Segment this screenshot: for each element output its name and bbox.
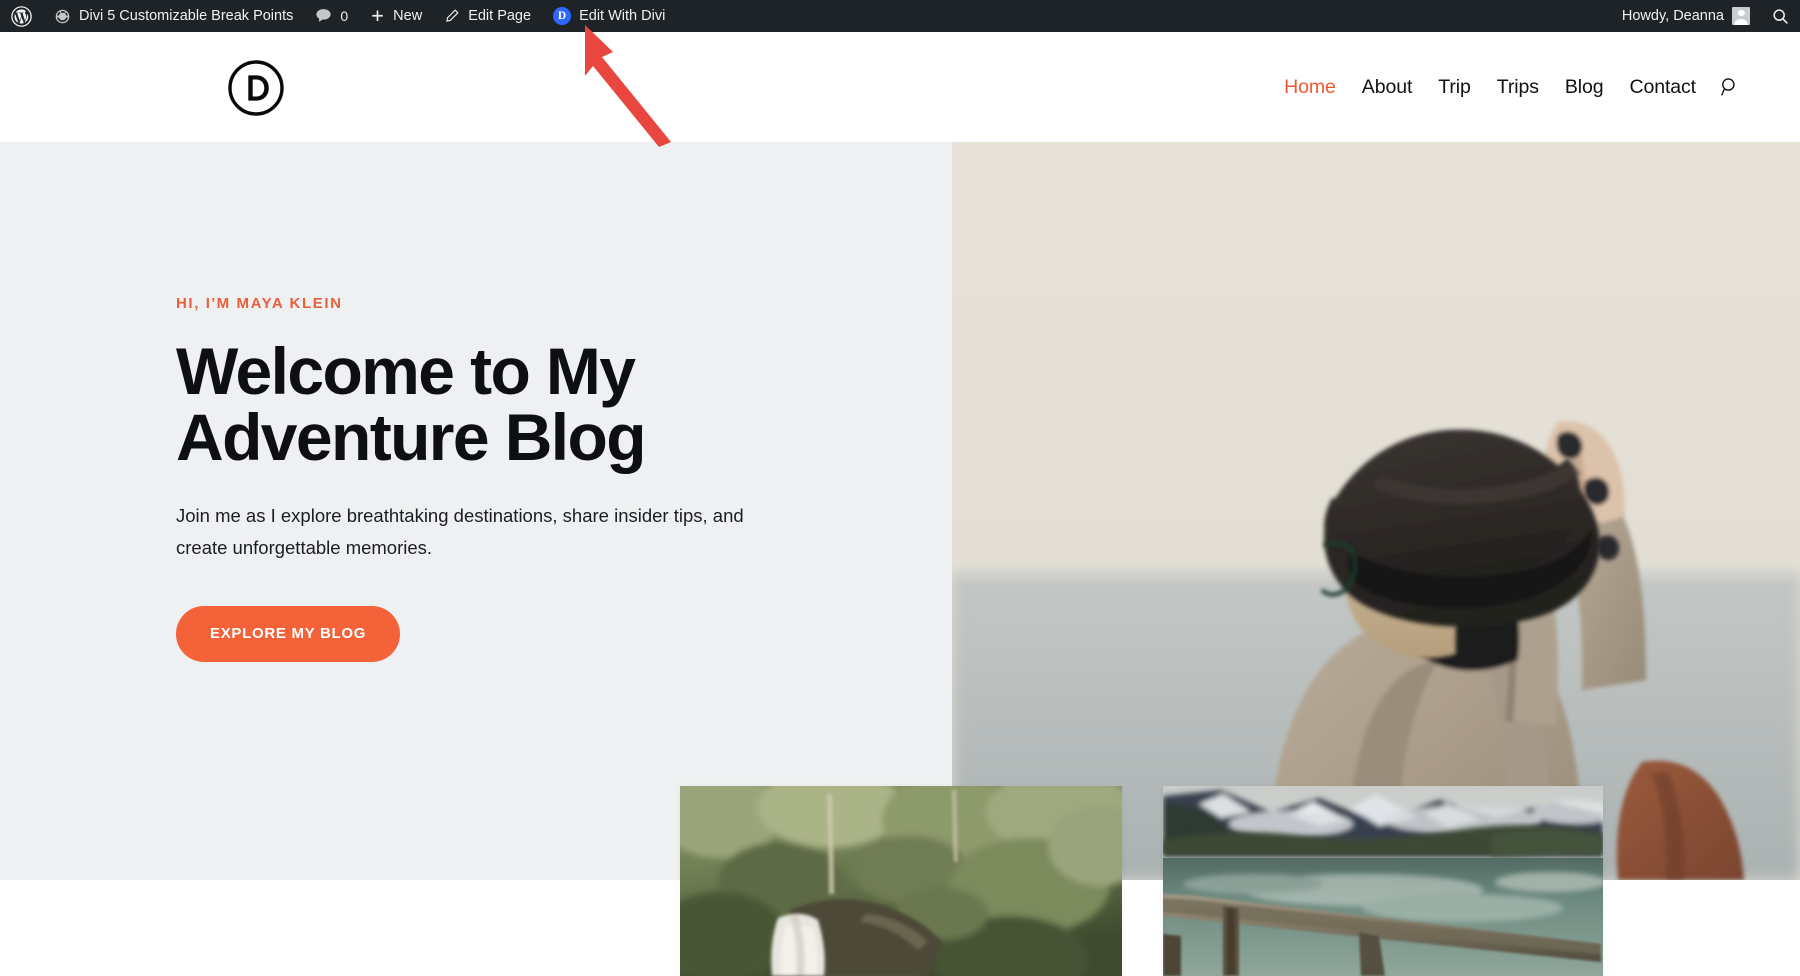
hero-photo-image bbox=[952, 142, 1800, 880]
wp-logo-menu[interactable] bbox=[0, 0, 43, 32]
pencil-icon bbox=[446, 9, 459, 22]
edit-page-label: Edit Page bbox=[468, 8, 532, 24]
hero-section: HI, I'M MAYA KLEIN Welcome to My Adventu… bbox=[0, 142, 1800, 880]
hero-copy: HI, I'M MAYA KLEIN Welcome to My Adventu… bbox=[176, 295, 816, 662]
hero-eyebrow: HI, I'M MAYA KLEIN bbox=[176, 295, 343, 312]
nav-item-about[interactable]: About bbox=[1349, 76, 1425, 99]
adminbar-search-button[interactable] bbox=[1761, 0, 1800, 32]
lake-image bbox=[1163, 786, 1603, 976]
edit-page-link[interactable]: Edit Page bbox=[433, 0, 542, 32]
site-name-label: Divi 5 Customizable Break Points bbox=[79, 8, 294, 24]
main-navigation: Home About Trip Trips Blog Contact bbox=[1271, 32, 1742, 142]
new-content-menu[interactable]: New bbox=[359, 0, 433, 32]
site-name-menu[interactable]: Divi 5 Customizable Break Points bbox=[43, 0, 304, 32]
hero-heading-line2: Adventure Blog bbox=[176, 400, 647, 474]
lake-card[interactable] bbox=[1163, 786, 1603, 976]
wp-admin-bar: Divi 5 Customizable Break Points 0 New E… bbox=[0, 0, 1800, 32]
comments-menu[interactable]: 0 bbox=[304, 0, 359, 32]
hero-heading: Welcome to My Adventure Blog bbox=[176, 338, 816, 470]
new-label: New bbox=[393, 8, 423, 24]
comments-count: 0 bbox=[340, 8, 349, 24]
nav-item-contact[interactable]: Contact bbox=[1616, 76, 1709, 99]
hero-paragraph: Join me as I explore breathtaking destin… bbox=[176, 505, 744, 558]
explore-my-blog-button[interactable]: EXPLORE MY BLOG bbox=[176, 605, 401, 662]
edit-with-divi-link[interactable]: D Edit With Divi bbox=[542, 0, 676, 32]
plus-icon bbox=[372, 10, 383, 21]
search-icon bbox=[1773, 8, 1788, 24]
hero-heading-line1: Welcome to My bbox=[176, 334, 636, 408]
waterfall-image bbox=[680, 786, 1122, 976]
divi-logo-icon bbox=[228, 60, 284, 116]
waterfall-card[interactable] bbox=[680, 786, 1122, 976]
nav-item-trips[interactable]: Trips bbox=[1484, 76, 1552, 99]
dashboard-icon bbox=[55, 9, 70, 23]
divi-badge-icon: D bbox=[553, 7, 572, 25]
nav-item-trip[interactable]: Trip bbox=[1425, 76, 1483, 99]
nav-search-button[interactable] bbox=[1718, 75, 1742, 99]
site-logo[interactable] bbox=[227, 59, 285, 117]
comment-bubble-icon bbox=[316, 9, 332, 22]
nav-item-home[interactable]: Home bbox=[1271, 76, 1349, 99]
search-icon bbox=[1721, 78, 1735, 96]
howdy-label: Howdy, Deanna bbox=[1621, 8, 1724, 24]
avatar bbox=[1732, 7, 1750, 25]
edit-with-divi-label: Edit With Divi bbox=[579, 8, 666, 24]
account-menu[interactable]: Howdy, Deanna bbox=[1611, 0, 1761, 32]
nav-item-blog[interactable]: Blog bbox=[1552, 76, 1617, 99]
wordpress-logo-icon bbox=[11, 5, 32, 27]
site-header: Home About Trip Trips Blog Contact bbox=[0, 32, 1800, 142]
hero-photo bbox=[952, 142, 1800, 880]
